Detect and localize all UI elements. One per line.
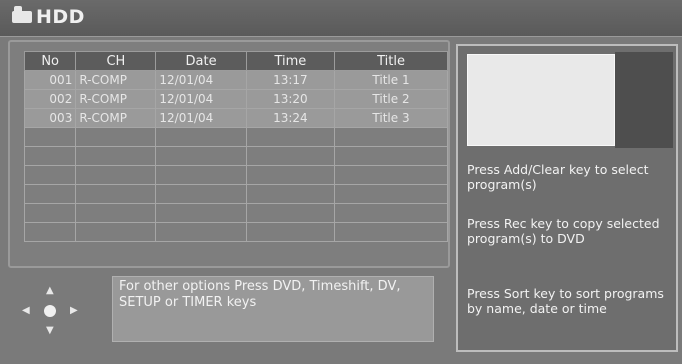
- cell-no: 003: [23, 108, 77, 128]
- info-panel: Press Add/Clear key to select program(s)…: [456, 44, 678, 352]
- help-message: For other options Press DVD, Timeshift, …: [112, 276, 434, 342]
- dpad-icon: ▲ ▼ ◀ ▶: [16, 284, 86, 338]
- cell-title: Title 2: [334, 89, 448, 109]
- cell-ch: R-COMP: [75, 89, 157, 109]
- empty-row: [23, 203, 448, 223]
- cell-time: 13:17: [245, 70, 336, 90]
- cell-no: 002: [23, 89, 77, 109]
- hdd-screen: HDD No CH Date Time Title 001 R-COMP 12/…: [0, 0, 682, 364]
- cell-title: Title 1: [334, 70, 448, 90]
- empty-row: [23, 184, 448, 204]
- empty-row: [23, 165, 448, 185]
- table-row[interactable]: 001 R-COMP 12/01/04 13:17 Title 1: [23, 70, 448, 90]
- window-title: HDD: [36, 6, 85, 28]
- cell-ch: R-COMP: [75, 108, 157, 128]
- cell-no: 001: [23, 70, 77, 90]
- arrow-up-icon: ▲: [46, 285, 54, 296]
- column-header-ch: CH: [75, 51, 157, 71]
- column-header-title: Title: [334, 51, 448, 71]
- empty-row: [23, 222, 448, 242]
- program-table[interactable]: No CH Date Time Title 001 R-COMP 12/01/0…: [23, 51, 448, 242]
- rec-instruction: Press Rec key to copy selected program(s…: [467, 216, 660, 246]
- cell-date: 12/01/04: [155, 108, 247, 128]
- table-row[interactable]: 003 R-COMP 12/01/04 13:24 Title 3: [23, 108, 448, 128]
- title-bar: HDD: [0, 0, 682, 37]
- cell-date: 12/01/04: [155, 70, 247, 90]
- table-row[interactable]: 002 R-COMP 12/01/04 13:20 Title 2: [23, 89, 448, 109]
- cell-time: 13:20: [245, 89, 336, 109]
- sort-instruction: Press Sort key to sort programs by name,…: [467, 286, 664, 316]
- table-header-row: No CH Date Time Title: [23, 51, 448, 71]
- preview-side: [615, 52, 673, 148]
- cell-title: Title 3: [334, 108, 448, 128]
- empty-row: [23, 146, 448, 166]
- empty-row: [23, 127, 448, 147]
- preview-window: [467, 54, 615, 146]
- cell-time: 13:24: [245, 108, 336, 128]
- cell-ch: R-COMP: [75, 70, 157, 90]
- hdd-icon: [12, 6, 32, 23]
- arrow-down-icon: ▼: [46, 325, 54, 336]
- column-header-time: Time: [245, 51, 336, 71]
- add-clear-instruction: Press Add/Clear key to select program(s): [467, 162, 649, 192]
- arrow-left-icon: ◀: [22, 305, 30, 316]
- cell-date: 12/01/04: [155, 89, 247, 109]
- arrow-right-icon: ▶: [70, 305, 78, 316]
- column-header-date: Date: [155, 51, 247, 71]
- column-header-no: No: [23, 51, 77, 71]
- enter-dot-icon: [44, 305, 56, 317]
- program-list-panel: No CH Date Time Title 001 R-COMP 12/01/0…: [8, 40, 450, 268]
